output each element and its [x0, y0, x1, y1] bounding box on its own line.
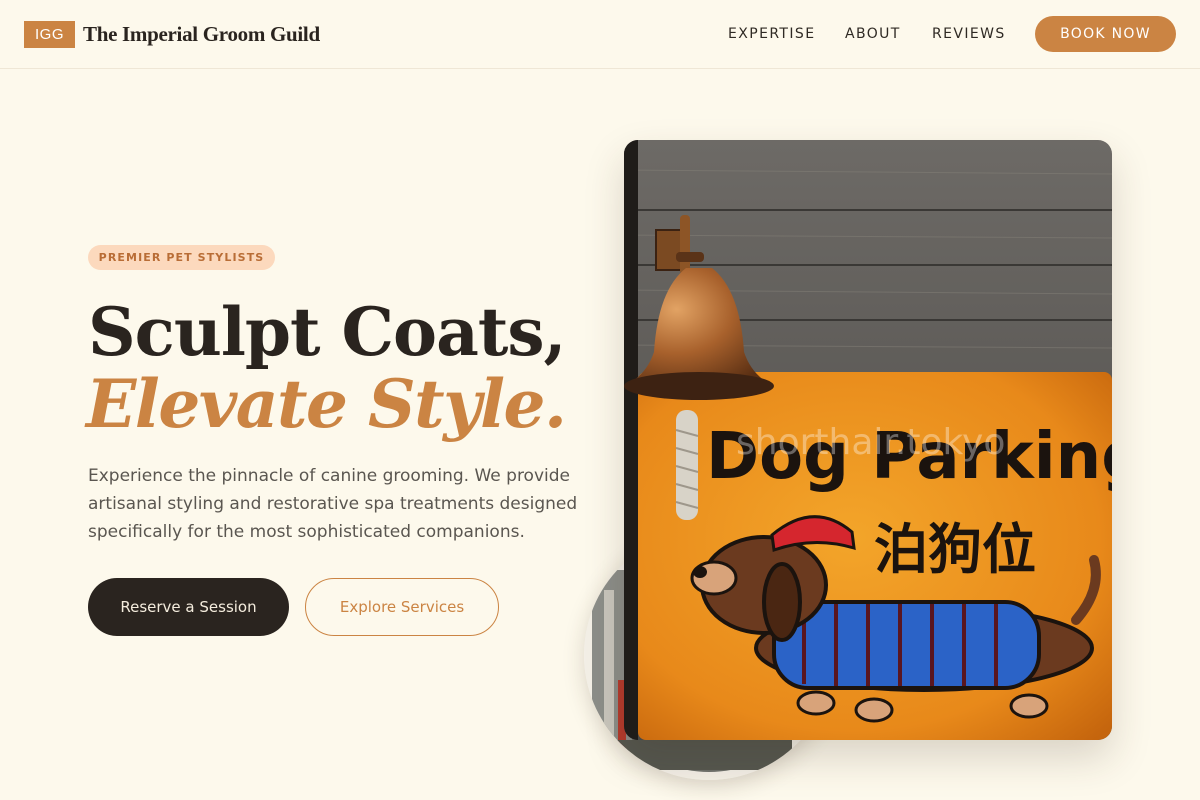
hero-headline-line1: Sculpt Coats,: [88, 293, 566, 371]
site-header: IGG The Imperial Groom Guild EXPERTISE A…: [0, 0, 1200, 69]
nav-link-reviews[interactable]: REVIEWS: [932, 24, 1006, 44]
hero-description: Experience the pinnacle of canine groomi…: [88, 466, 578, 542]
hero-badge: PREMIER PET STYLISTS: [88, 245, 275, 270]
hero-photo-dog-parking-sign: Dog Parking 泊狗位 shorthair.tokyo: [624, 140, 1112, 740]
photo-watermark: shorthair.tokyo: [736, 422, 1005, 463]
reserve-session-button[interactable]: Reserve a Session: [88, 578, 289, 636]
hero-headline-line2: Elevate Style.: [86, 365, 567, 443]
brand-name[interactable]: The Imperial Groom Guild: [83, 20, 320, 48]
book-now-button[interactable]: BOOK NOW: [1035, 16, 1176, 52]
sign-text-japanese: 泊狗位: [874, 518, 1036, 581]
logo-badge[interactable]: IGG: [24, 21, 75, 48]
explore-services-button[interactable]: Explore Services: [305, 578, 499, 636]
nav-link-expertise[interactable]: EXPERTISE: [728, 24, 815, 44]
nav-link-about[interactable]: ABOUT: [845, 24, 901, 44]
